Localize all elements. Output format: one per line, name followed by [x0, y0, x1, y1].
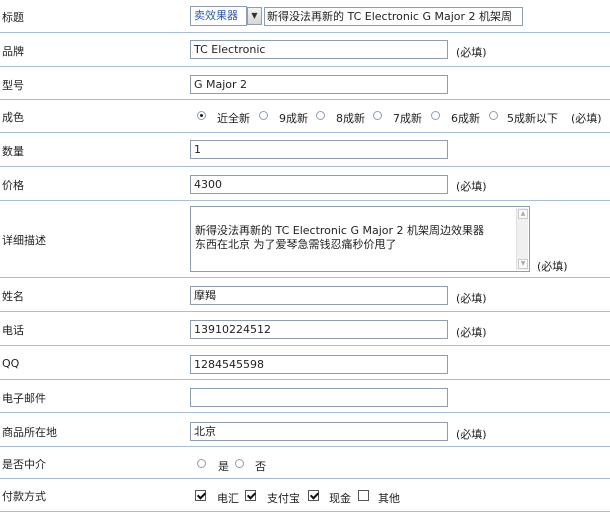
condition-radio-1[interactable]: [259, 111, 268, 120]
brand-required-note: (必填): [456, 46, 487, 59]
payment-row: 付款方式 电汇 支付宝 现金 其他: [0, 479, 610, 512]
payment-option-cash: 现金: [329, 492, 351, 505]
condition-radio-2[interactable]: [316, 111, 325, 120]
brand-row: 品牌 TC Electronic (必填): [0, 33, 610, 67]
name-input[interactable]: 摩羯: [190, 286, 448, 305]
quantity-row: 数量 1: [0, 133, 610, 167]
email-row: 电子邮件: [0, 380, 610, 413]
phone-label: 电话: [2, 324, 24, 337]
quantity-input-value: 1: [194, 143, 201, 156]
condition-radio-4[interactable]: [431, 111, 440, 120]
condition-radio-3[interactable]: [373, 111, 382, 120]
intermediary-option-yes: 是: [218, 460, 229, 473]
price-required-note: (必填): [456, 180, 487, 193]
title-input-value: 新得没法再新的 TC Electronic G Major 2 机架周: [267, 10, 513, 23]
location-required-note: (必填): [456, 428, 487, 441]
price-row: 价格 4300 (必填): [0, 167, 610, 201]
condition-option-0: 近全新: [217, 112, 250, 125]
condition-radio-0[interactable]: [197, 111, 206, 120]
quantity-label: 数量: [2, 145, 24, 158]
condition-row: 成色 近全新 9成新 8成新 7成新 6成新 5成新以下 (必填): [0, 100, 610, 133]
payment-checkbox-cash[interactable]: [308, 490, 319, 501]
model-row: 型号 G Major 2: [0, 67, 610, 100]
payment-option-wire: 电汇: [217, 492, 239, 505]
description-required-note: (必填): [537, 260, 568, 273]
name-label: 姓名: [2, 290, 24, 303]
price-label: 价格: [2, 179, 24, 192]
email-input[interactable]: [190, 388, 448, 407]
chevron-down-icon[interactable]: ▼: [247, 7, 262, 25]
price-input-value: 4300: [194, 178, 222, 191]
intermediary-label: 是否中介: [2, 458, 46, 471]
location-input[interactable]: 北京: [190, 422, 448, 441]
payment-checkbox-wire[interactable]: [195, 490, 206, 501]
condition-label: 成色: [2, 111, 24, 124]
name-row: 姓名 摩羯 (必填): [0, 278, 610, 312]
category-select-value: 卖效果器: [194, 9, 238, 22]
listing-form: 标题 卖效果器 ▼ 新得没法再新的 TC Electronic G Major …: [0, 0, 610, 515]
location-input-value: 北京: [194, 425, 216, 438]
location-label: 商品所在地: [2, 426, 57, 439]
model-input-value: G Major 2: [194, 78, 248, 91]
qq-label: QQ: [2, 357, 20, 370]
name-required-note: (必填): [456, 292, 487, 305]
payment-option-alipay: 支付宝: [267, 492, 300, 505]
model-label: 型号: [2, 79, 24, 92]
title-row: 标题 卖效果器 ▼ 新得没法再新的 TC Electronic G Major …: [0, 0, 610, 33]
phone-input[interactable]: 13910224512: [190, 320, 448, 339]
phone-input-value: 13910224512: [194, 323, 271, 336]
condition-option-1: 9成新: [279, 112, 308, 125]
phone-row: 电话 13910224512 (必填): [0, 312, 610, 346]
description-row: 详细描述 新得没法再新的 TC Electronic G Major 2 机架周…: [0, 201, 610, 278]
intermediary-option-no: 否: [255, 460, 266, 473]
brand-input-value: TC Electronic: [194, 43, 266, 56]
name-input-value: 摩羯: [194, 289, 216, 302]
payment-checkbox-other[interactable]: [358, 490, 369, 501]
email-label: 电子邮件: [2, 392, 46, 405]
title-input[interactable]: 新得没法再新的 TC Electronic G Major 2 机架周: [264, 7, 523, 26]
payment-label: 付款方式: [2, 490, 46, 503]
intermediary-radio-no[interactable]: [235, 459, 244, 468]
location-row: 商品所在地 北京 (必填): [0, 413, 610, 447]
description-label: 详细描述: [2, 234, 46, 247]
qq-input-value: 1284545598: [194, 358, 264, 371]
description-scrollbar[interactable]: ▲ ▼: [516, 208, 528, 270]
category-select[interactable]: 卖效果器: [190, 6, 247, 26]
title-label: 标题: [2, 11, 24, 24]
intermediary-row: 是否中介 是 否: [0, 447, 610, 479]
condition-required-note: (必填): [571, 112, 602, 125]
qq-row: QQ 1284545598: [0, 346, 610, 380]
payment-option-other: 其他: [378, 492, 400, 505]
brand-input[interactable]: TC Electronic: [190, 40, 448, 59]
condition-option-5: 5成新以下: [507, 112, 558, 125]
brand-label: 品牌: [2, 45, 24, 58]
price-input[interactable]: 4300: [190, 175, 448, 194]
phone-required-note: (必填): [456, 326, 487, 339]
condition-option-3: 7成新: [393, 112, 422, 125]
condition-radio-5[interactable]: [489, 111, 498, 120]
condition-option-2: 8成新: [336, 112, 365, 125]
qq-input[interactable]: 1284545598: [190, 355, 448, 374]
payment-checkbox-alipay[interactable]: [245, 490, 256, 501]
scroll-down-icon[interactable]: ▼: [518, 259, 528, 269]
quantity-input[interactable]: 1: [190, 140, 448, 159]
intermediary-radio-yes[interactable]: [197, 459, 206, 468]
description-textarea[interactable]: 新得没法再新的 TC Electronic G Major 2 机架周边效果器 …: [190, 206, 530, 272]
model-input[interactable]: G Major 2: [190, 75, 448, 94]
scroll-up-icon[interactable]: ▲: [518, 209, 528, 219]
description-text: 新得没法再新的 TC Electronic G Major 2 机架周边效果器 …: [195, 224, 485, 251]
condition-option-4: 6成新: [451, 112, 480, 125]
